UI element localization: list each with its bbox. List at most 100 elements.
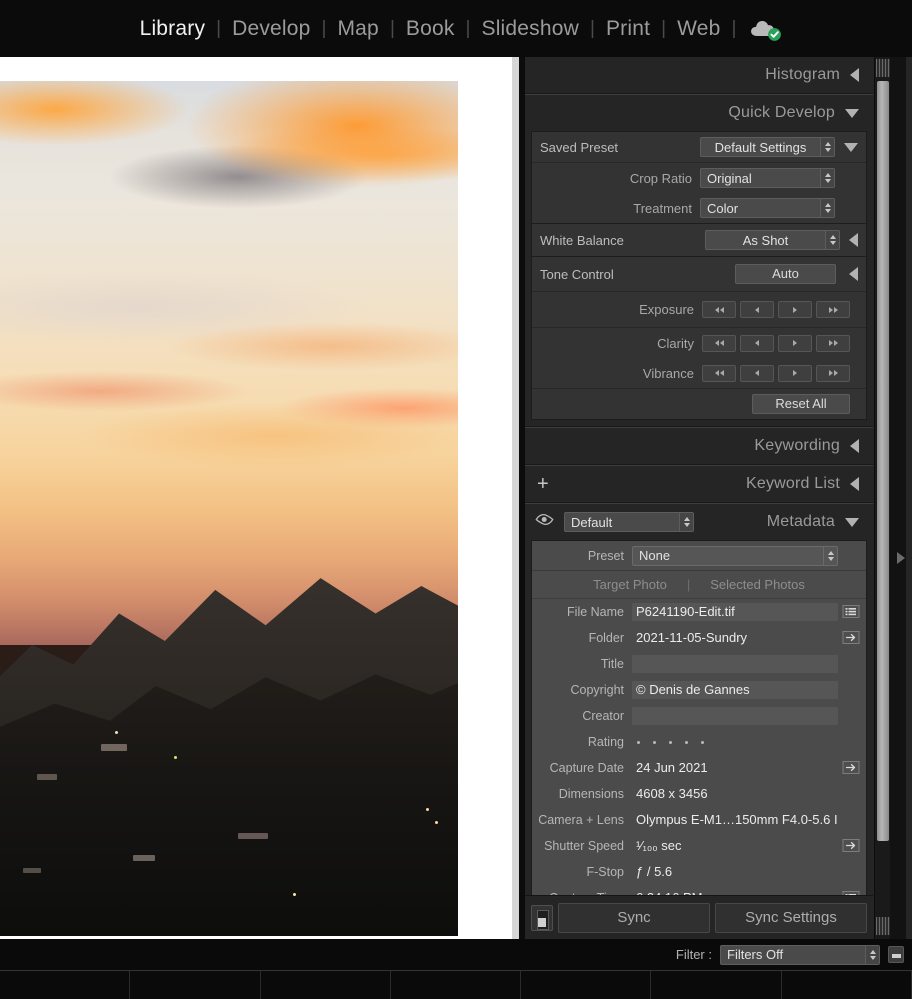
metadata-value[interactable]: ƒ / 5.6 (632, 863, 838, 881)
metadata-value[interactable]: 24 Jun 2021 (632, 759, 838, 777)
loupe-photo[interactable] (0, 81, 458, 936)
filmstrip-cell[interactable] (521, 971, 652, 999)
clarity-increase-large-button[interactable] (816, 334, 850, 352)
exposure-increase-large-button[interactable] (816, 301, 850, 318)
metadata-value[interactable] (632, 655, 838, 673)
metadata-value[interactable]: © Denis de Gannes (632, 681, 838, 699)
sunset-hillside-photo (0, 81, 458, 936)
module-map[interactable]: Map (326, 14, 389, 44)
right-panel-scrollbar[interactable] (874, 57, 890, 939)
metadata-value[interactable]: P6241190-Edit.tif (632, 603, 838, 621)
section-header-histogram[interactable]: Histogram (525, 57, 873, 93)
module-web[interactable]: Web (666, 14, 731, 44)
filmstrip[interactable] (0, 970, 912, 999)
metadata-value[interactable] (632, 707, 838, 725)
saved-preset-dropdown[interactable]: Default Settings (700, 137, 835, 157)
exposure-decrease-button[interactable] (740, 301, 774, 318)
module-print[interactable]: Print (595, 14, 661, 44)
chevron-down-icon[interactable] (845, 108, 859, 118)
module-library[interactable]: Library (129, 14, 217, 44)
metadata-preset-dropdown[interactable]: None (632, 545, 838, 566)
white-balance-label: White Balance (540, 232, 624, 248)
stepper-icon[interactable] (820, 199, 834, 217)
plus-icon[interactable]: + (537, 474, 549, 494)
scrollbar-top-grip[interactable] (876, 59, 890, 77)
module-picker-bar: Library | Develop | Map | Book | Slideshow | Print… (0, 0, 912, 57)
stepper-icon[interactable] (679, 513, 693, 531)
stepper-icon[interactable] (825, 231, 839, 249)
cloud-sync-ok-icon[interactable] (749, 16, 783, 42)
sync-button[interactable]: Sync (558, 902, 710, 933)
row-crop-ratio: Crop Ratio Original (532, 163, 866, 193)
metadata-value[interactable]: ¹⁄₁₀₀ sec (632, 837, 838, 855)
metadata-preset-value: None (639, 548, 671, 563)
stepper-icon[interactable] (823, 546, 837, 565)
white-balance-expand-icon[interactable] (849, 233, 858, 247)
metadata-value[interactable]: 4608 x 3456 (632, 785, 838, 803)
chevron-left-icon[interactable] (850, 477, 859, 491)
sync-settings-button[interactable]: Sync Settings (715, 902, 867, 933)
chevron-left-icon[interactable] (850, 68, 859, 82)
filmstrip-cell[interactable] (651, 971, 782, 999)
stepper-icon[interactable] (820, 169, 834, 187)
eye-icon[interactable] (535, 513, 554, 531)
clarity-decrease-large-button[interactable] (702, 334, 736, 352)
rating-star-2[interactable] (653, 740, 656, 744)
go-to-icon[interactable] (842, 838, 860, 854)
target-photo-tab[interactable]: Target Photo (583, 577, 677, 592)
rating-star-3[interactable] (669, 740, 672, 744)
filmstrip-cell[interactable] (130, 971, 261, 999)
module-book[interactable]: Book (395, 14, 466, 44)
clarity-decrease-button[interactable] (740, 334, 774, 352)
metadata-view-dropdown[interactable]: Default (564, 512, 694, 532)
filmstrip-cell[interactable] (782, 971, 912, 999)
scrollbar-thumb[interactable] (877, 81, 889, 841)
filmstrip-cell[interactable] (261, 971, 391, 999)
metadata-row-dimensions: Dimensions 4608 x 3456 (532, 781, 866, 807)
list-icon[interactable] (842, 604, 860, 620)
go-to-icon[interactable] (842, 760, 860, 776)
rating-stars[interactable] (632, 740, 704, 744)
chevron-right-icon[interactable] (897, 552, 905, 564)
vibrance-decrease-large-button[interactable] (702, 364, 736, 382)
section-header-metadata[interactable]: Default Metadata (525, 504, 873, 540)
tone-control-expand-icon[interactable] (849, 267, 858, 281)
vibrance-increase-button[interactable] (778, 364, 812, 382)
metadata-value[interactable]: Olympus E-M1…150mm F4.0-5.6 II (632, 811, 838, 829)
vibrance-increase-large-button[interactable] (816, 364, 850, 382)
clarity-increase-button[interactable] (778, 334, 812, 352)
rating-star-5[interactable] (701, 740, 704, 744)
stepper-icon[interactable] (820, 138, 834, 156)
filmstrip-cell[interactable] (0, 971, 131, 999)
module-develop[interactable]: Develop (221, 14, 321, 44)
exposure-increase-button[interactable] (778, 301, 812, 318)
treatment-dropdown[interactable]: Color (700, 198, 835, 218)
auto-sync-toggle-icon[interactable] (531, 904, 553, 931)
metadata-value[interactable]: 2021-11-05-Sundry (632, 629, 838, 647)
vibrance-decrease-button[interactable] (740, 364, 774, 382)
chevron-left-icon[interactable] (850, 439, 859, 453)
filmstrip-cell[interactable] (391, 971, 522, 999)
panel-collapse-strip[interactable] (890, 57, 906, 939)
exposure-decrease-large-button[interactable] (702, 301, 736, 318)
section-header-keywording[interactable]: Keywording (525, 428, 873, 464)
auto-tone-button[interactable]: Auto (735, 264, 836, 284)
scrollbar-bottom-grip[interactable] (876, 917, 890, 935)
rating-star-1[interactable] (637, 740, 640, 744)
chevron-down-icon[interactable] (845, 517, 859, 527)
filmstrip-collapse-icon[interactable] (888, 946, 904, 963)
metadata-row-f-stop: F-Stop ƒ / 5.6 (532, 859, 866, 885)
crop-ratio-dropdown[interactable]: Original (700, 168, 835, 188)
saved-preset-expand-icon[interactable] (844, 142, 858, 152)
section-header-keyword-list[interactable]: + Keyword List (525, 466, 873, 502)
selected-photos-tab[interactable]: Selected Photos (700, 577, 815, 592)
rating-star-4[interactable] (685, 740, 688, 744)
section-header-quick-develop[interactable]: Quick Develop (525, 95, 873, 131)
module-slideshow[interactable]: Slideshow (470, 14, 590, 44)
go-to-icon[interactable] (842, 630, 860, 646)
reset-all-button[interactable]: Reset All (752, 394, 850, 414)
filter-dropdown[interactable]: Filters Off (720, 944, 880, 965)
white-balance-dropdown[interactable]: As Shot (705, 230, 840, 250)
metadata-label: Dimensions (558, 787, 624, 801)
stepper-icon[interactable] (865, 945, 879, 964)
